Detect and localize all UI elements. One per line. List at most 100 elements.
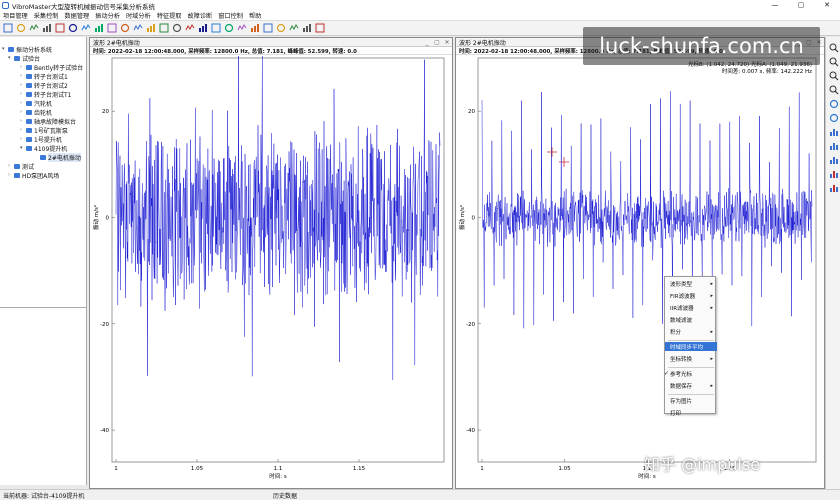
context-menu-item[interactable]: IIR滤波器 ▸ — [665, 303, 717, 312]
tree-item-root[interactable]: ▾ 振动分析系统 — [2, 45, 52, 54]
app-icon — [2, 2, 9, 9]
x-tick-label: 1.05 — [191, 466, 204, 472]
bode-icon[interactable] — [145, 23, 156, 34]
spectrum-icon[interactable] — [106, 23, 117, 34]
print-icon[interactable] — [41, 23, 52, 34]
tree-item[interactable]: › 齿轮机 — [20, 108, 52, 117]
orbit-icon[interactable] — [132, 23, 143, 34]
signal-icon[interactable] — [262, 23, 273, 34]
zoom-out-icon[interactable] — [828, 56, 839, 67]
status-mode: 历史数据 — [273, 492, 298, 500]
context-menu-item-label: 数域滤波 — [670, 317, 693, 324]
x-tick-label: 1 — [114, 466, 118, 472]
cursor-icon[interactable] — [828, 70, 839, 81]
waterfall-icon[interactable] — [184, 23, 195, 34]
open-icon[interactable] — [15, 23, 26, 34]
context-menu-item[interactable]: 坐标转换 ▸ — [665, 354, 717, 363]
save-icon[interactable] — [28, 23, 39, 34]
context-menu-item-label: 波形类型 — [670, 281, 693, 288]
cursor-icon[interactable] — [223, 23, 234, 34]
context-menu: 波形类型 ▸ FIR滤波器 ▸ IIR滤波器 ▸ 数域滤波积分 ▸ 时域同步平均 坐标转换 ▸ 参考光… — [664, 276, 717, 417]
waveform-plot[interactable]: 20 0 -20 -40 1 1.05 1.1 1.15 时间: s 振动 m/s² — [90, 56, 452, 488]
tree-item[interactable]: › 1号提升机 — [20, 135, 62, 144]
context-menu-item[interactable]: 时域同步平均 — [665, 342, 717, 351]
ring-icon[interactable] — [80, 23, 91, 34]
context-menu-item[interactable]: 存为图片 — [665, 396, 717, 405]
menu-time-domain[interactable]: 时域分析 — [123, 11, 154, 20]
bar-chart-icon[interactable] — [828, 140, 839, 151]
y-tick-label: -40 — [100, 428, 109, 434]
tree-item-testbed[interactable]: ▾ 试验台 — [8, 54, 40, 63]
waveform-panel-left: 波形 2#电机振动 _ ▢ ✕ 时间: 2022-02-18 12:00:48.00… — [89, 37, 453, 489]
context-menu-item[interactable]: 参考光标 ✓ — [664, 369, 717, 378]
polar-icon[interactable] — [158, 23, 169, 34]
machine-icon — [26, 118, 32, 124]
maximize-button[interactable]: ▢ — [788, 0, 814, 11]
context-menu-item-label: 存为图片 — [670, 398, 693, 405]
minimize-button[interactable]: — — [762, 0, 788, 11]
tree-item[interactable]: › 1号矿瓦斯泵 — [20, 126, 68, 135]
tree-item-selected[interactable]: 2#电机振动 — [34, 152, 81, 162]
y-tick-label: -40 — [466, 428, 475, 434]
bar-chart-icon[interactable] — [828, 182, 839, 193]
pan-icon[interactable] — [828, 84, 839, 95]
menu-acquisition[interactable]: 采集控制 — [31, 11, 62, 20]
image-icon[interactable] — [301, 23, 312, 34]
tree-divider[interactable] — [0, 307, 87, 308]
new-icon[interactable] — [2, 23, 13, 34]
bar-chart-icon[interactable] — [828, 168, 839, 179]
chart-icon[interactable] — [249, 23, 260, 34]
folder-icon — [14, 55, 20, 61]
context-menu-item[interactable]: 数据保存 ▸ — [665, 381, 717, 390]
watermark-author: 知乎 @impulse — [644, 455, 761, 474]
waveform-icon[interactable] — [93, 23, 104, 34]
folder-icon — [8, 46, 14, 52]
menu-project[interactable]: 项目管理 — [0, 11, 31, 20]
bar-chart-icon[interactable] — [828, 154, 839, 165]
tree-item[interactable]: › 转子台测试1 — [20, 72, 68, 81]
menu-data[interactable]: 数据管理 — [62, 11, 93, 20]
record-icon[interactable] — [67, 23, 78, 34]
colormap-icon[interactable] — [236, 23, 247, 34]
panel-close-button[interactable]: ✕ — [442, 39, 452, 46]
tree-item[interactable]: › 转子台测试T1 — [20, 90, 71, 99]
close-button[interactable]: ✕ — [814, 0, 840, 11]
panel-minimize-button[interactable]: _ — [422, 39, 432, 46]
tree-item[interactable]: ▾ 4109提升机 — [20, 144, 67, 153]
circle-icon[interactable] — [828, 98, 839, 109]
menu-diagnosis[interactable]: 故障诊断 — [185, 11, 216, 20]
trend-icon[interactable] — [119, 23, 130, 34]
context-menu-item[interactable]: 数域滤波 — [665, 315, 717, 324]
panel-maximize-button[interactable]: ▢ — [432, 39, 442, 46]
waveform-plot[interactable]: 200-20-401 1.05 1.1 1.15时间: s振动 m/s²光标B: (1… — [456, 56, 824, 488]
tree-item[interactable]: › HD泵团A风场 — [8, 171, 59, 180]
grid-icon[interactable] — [288, 23, 299, 34]
context-menu-item[interactable]: 波形类型 ▸ — [665, 279, 717, 288]
x-tick-label: 1 — [480, 466, 484, 472]
context-menu-item[interactable]: 积分 ▸ — [665, 327, 717, 336]
zoom-icon[interactable] — [210, 23, 221, 34]
tree-item[interactable]: › 汽轮机 — [20, 99, 52, 108]
export-icon[interactable] — [275, 23, 286, 34]
info-icon[interactable] — [314, 23, 325, 34]
circle-icon[interactable] — [828, 112, 839, 123]
sensor-icon — [40, 154, 46, 160]
context-menu-item[interactable]: 打印 — [665, 408, 717, 417]
tree-item[interactable]: › Bently转子试验台 — [20, 63, 83, 72]
tree-item[interactable]: › 测试 — [8, 162, 34, 171]
bar-chart-icon[interactable] — [828, 126, 839, 137]
settings-icon[interactable] — [54, 23, 65, 34]
machine-icon — [26, 100, 32, 106]
context-menu-item[interactable]: FIR滤波器 ▸ — [665, 291, 717, 300]
zoom-in-icon[interactable] — [828, 42, 839, 53]
right-toolbar — [825, 37, 840, 489]
menu-feature[interactable]: 特征提取 — [154, 11, 185, 20]
cascade-icon[interactable] — [171, 23, 182, 34]
menu-vibration[interactable]: 振动分析 — [92, 11, 123, 20]
menu-help[interactable]: 帮助 — [246, 11, 264, 20]
menu-window[interactable]: 窗口控制 — [215, 11, 246, 20]
filter-icon[interactable] — [197, 23, 208, 34]
tree-item[interactable]: › 转子台测试2 — [20, 81, 68, 90]
tree-item[interactable]: › 轴承故障模拟台 — [20, 117, 76, 126]
x-axis-label: 时间: s — [269, 472, 287, 480]
